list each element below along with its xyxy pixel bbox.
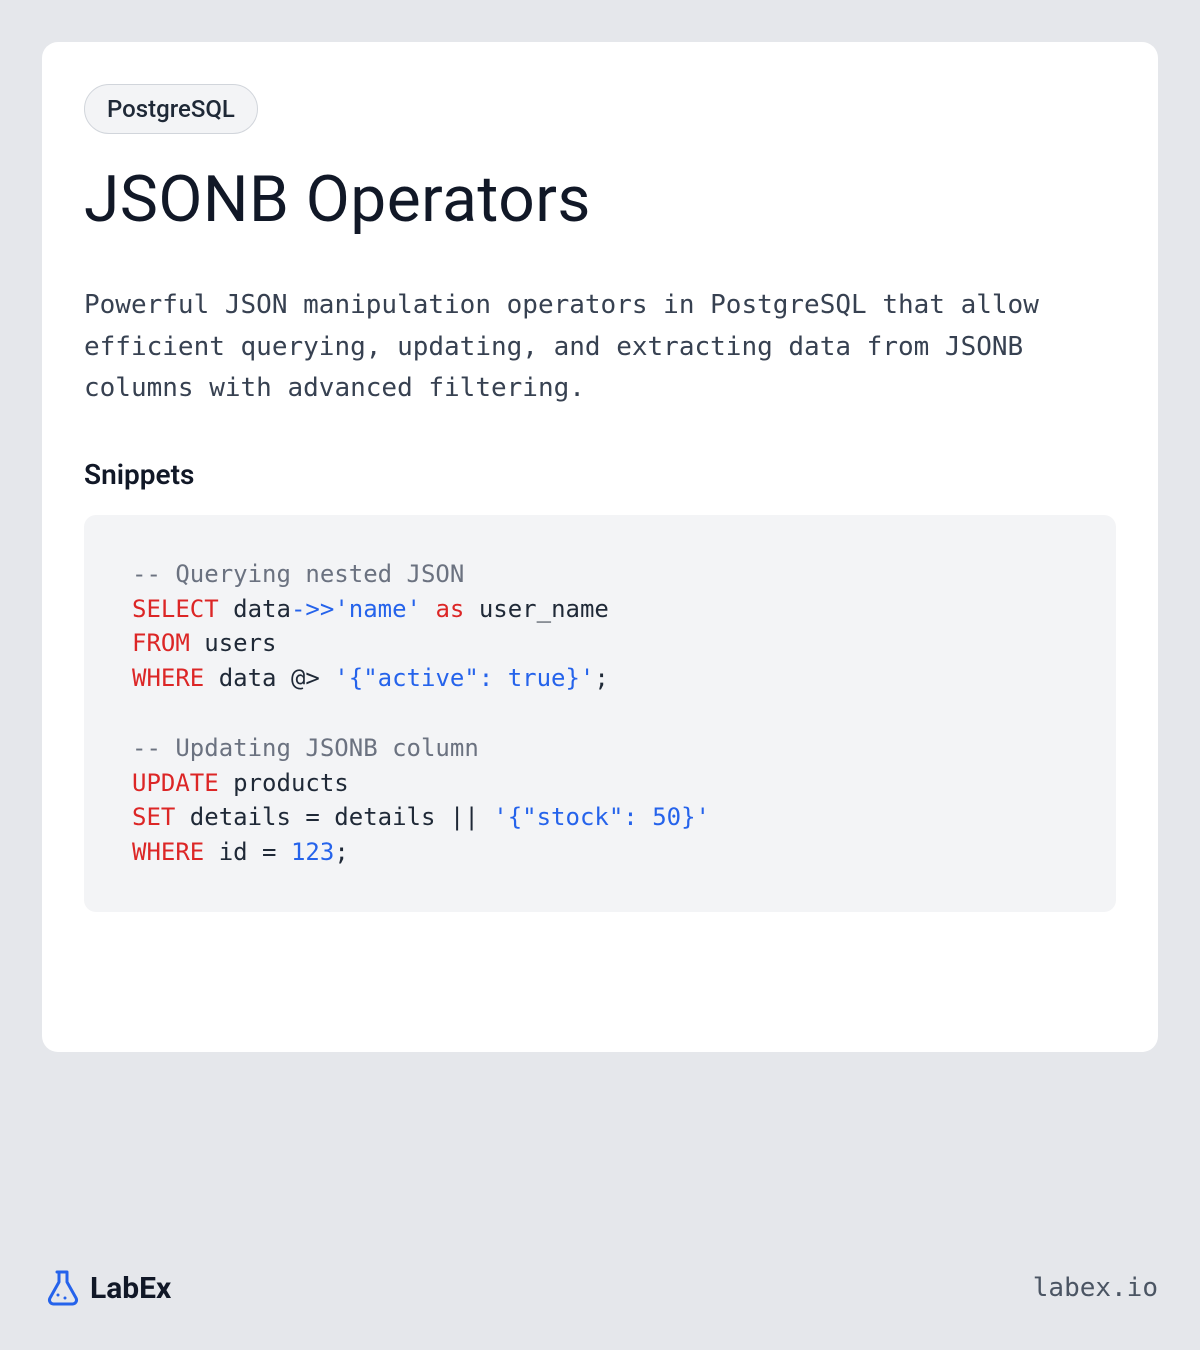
code-keyword: SELECT [132,595,219,623]
code-snippet: -- Querying nested JSON SELECT data->>'n… [84,515,1116,912]
code-string: '{"stock": 50}' [493,803,710,831]
page-title: JSONB Operators [84,162,1116,237]
flask-icon [42,1268,82,1308]
code-keyword: UPDATE [132,769,219,797]
code-operator: ->> [291,595,334,623]
code-keyword: as [435,595,464,623]
footer-url: labex.io [1033,1273,1158,1303]
brand-logo: LabEx [42,1268,171,1308]
description-text: Powerful JSON manipulation operators in … [84,285,1116,410]
content-card: PostgreSQL JSONB Operators Powerful JSON… [42,42,1158,1052]
technology-badge: PostgreSQL [84,84,258,134]
code-text: data @> [204,664,334,692]
brand-name: LabEx [90,1271,171,1306]
footer: LabEx labex.io [42,1268,1158,1308]
snippets-heading: Snippets [84,458,1116,491]
code-text: products [219,769,349,797]
code-keyword: SET [132,803,175,831]
code-text: users [190,629,277,657]
code-keyword: WHERE [132,838,204,866]
code-text: id = [204,838,291,866]
code-string: 'name' [334,595,421,623]
code-keyword: FROM [132,629,190,657]
code-text: user_name [464,595,609,623]
code-comment: -- Querying nested JSON [132,560,464,588]
code-text: ; [334,838,348,866]
code-text: ; [594,664,608,692]
code-text: data [219,595,291,623]
code-keyword: WHERE [132,664,204,692]
code-number: 123 [291,838,334,866]
code-string: '{"active": true}' [334,664,594,692]
code-comment: -- Updating JSONB column [132,734,479,762]
code-text: details = details || [175,803,493,831]
